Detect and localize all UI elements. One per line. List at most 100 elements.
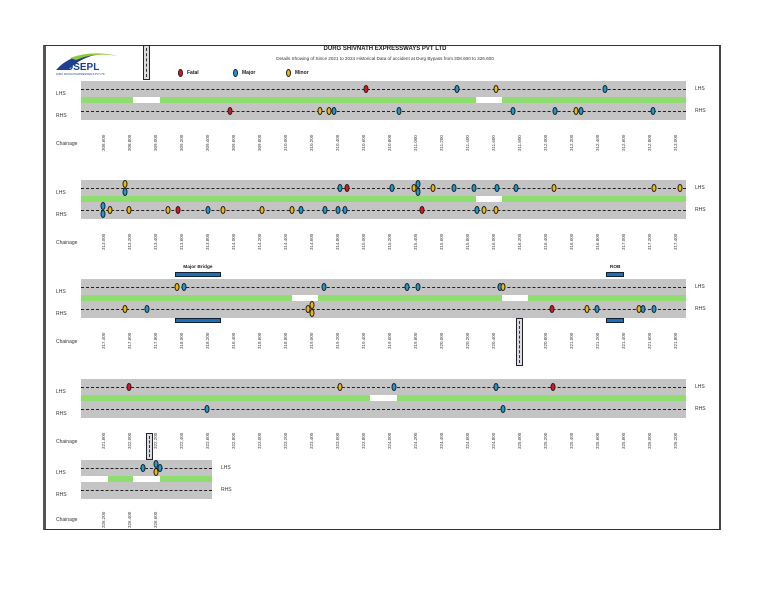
page-title: DURG SHIVNATH EXPRESSWAYS PVT LTD [323,46,447,52]
major-accident-marker [500,405,506,413]
chainage-tick-label: 310.800 [387,134,392,151]
chainage-tick-label: 309.000 [153,134,158,151]
chainage-tick-label: 319.000 [309,332,314,349]
chainage-tick-label: 312.200 [569,134,574,151]
minor-accident-marker [309,309,315,317]
chainage-tick-label: 325.200 [543,432,548,449]
lhs-lane-line [81,468,212,469]
lhs-label-right: LHS [221,465,231,471]
chainage-tick-label: 308.600 [101,134,106,151]
chainage-tick-label: 316.200 [517,233,522,250]
chainage-tick-label: 316.600 [569,233,574,250]
median-opening-symbol-icon [145,433,153,460]
major-accident-marker [391,383,397,391]
chainage-tick-label: 320.000 [439,332,444,349]
major-marker-icon [233,69,238,77]
chainage-tick-label: 313.200 [127,233,132,250]
minor-accident-marker [317,107,323,115]
minor-accident-marker [122,305,128,313]
chainage-tick-label: 323.800 [361,432,366,449]
major-accident-marker [144,305,150,313]
chainage-tick-label: 317.600 [127,332,132,349]
lhs-label-left: LHS [56,389,66,395]
minor-marker-icon [286,69,291,77]
major-accident-marker [396,107,402,115]
minor-accident-marker [174,283,180,291]
major-accident-marker [298,206,304,214]
chainage-tick-label: 312.000 [543,134,548,151]
major-accident-marker [650,107,656,115]
major-accident-marker [474,206,480,214]
major-accident-marker [640,305,645,313]
rhs-label-left: RHS [56,411,67,417]
chainage-label: Chainage [56,141,78,147]
major-accident-marker [651,305,657,313]
minor-accident-marker [122,180,128,188]
chainage-label: Chainage [56,240,78,246]
major-accident-marker [205,206,211,214]
chainage-tick-label: 310.600 [361,134,366,151]
chainage-tick-label: 321.800 [101,432,106,449]
fatal-accident-marker [549,305,554,313]
rhs-lane-line [81,490,212,491]
chainage-tick-label: 311.400 [465,135,470,151]
major-accident-marker [471,184,476,192]
chainage-label: Chainage [56,439,78,445]
chainage-tick-label: 309.200 [179,134,184,151]
minor-accident-marker [651,184,657,192]
minor-accident-marker [126,206,132,214]
chainage-tick-label: 317.000 [621,233,626,250]
chainage-tick-label: 314.200 [257,233,262,250]
chainage-tick-label: 325.000 [517,432,522,449]
major-accident-marker [415,283,421,291]
minor-accident-marker [107,206,112,214]
chainage-tick-label: 318.400 [231,332,236,349]
lhs-label-left: LHS [56,190,66,196]
chainage-label: Chainage [56,339,78,345]
lhs-label-right: LHS [695,384,705,390]
fatal-marker-icon [178,69,183,77]
chainage-tick-label: 321.400 [621,332,626,349]
minor-accident-marker [493,206,499,214]
major-accident-marker [602,85,608,93]
fatal-accident-marker [126,383,132,391]
chainage-tick-label: 317.200 [647,233,652,250]
fatal-accident-marker [419,206,424,214]
minor-accident-marker [500,283,506,291]
minor-accident-marker [289,206,294,214]
chainage-tick-label: 317.400 [101,332,106,349]
fatal-accident-marker [175,206,181,214]
chainage-tick-label: 326.400 [127,511,132,528]
structure-bar-rhs [606,318,625,323]
median-opening [369,395,397,401]
chainage-tick-label: 312.600 [621,134,626,151]
major-accident-marker [594,305,600,313]
chainage-tick-label: 316.800 [595,233,600,250]
median-opening [476,196,503,202]
chainage-tick-label: 322.400 [179,432,184,449]
chainage-tick-label: 322.600 [205,432,210,449]
chainage-tick-label: 322.800 [231,432,236,449]
major-accident-marker [140,464,146,472]
chainage-tick-label: 312.800 [647,134,652,151]
chainage-tick-label: 314.800 [335,233,340,250]
chainage-tick-label: 314.400 [283,233,288,250]
chainage-tick-label: 315.800 [465,233,470,250]
lhs-lane-line [81,287,686,288]
median-opening [476,97,503,103]
minor-accident-marker [337,383,343,391]
chainage-tick-label: 319.400 [361,332,366,349]
median-opening [291,295,318,301]
median-opening-symbol-icon [516,318,523,366]
chainage-tick-label: 309.600 [231,134,236,151]
chainage-tick-label: 317.400 [673,233,678,250]
minor-accident-marker [493,85,499,93]
chainage-tick-label: 321.000 [569,332,574,349]
chainage-tick-label: 321.600 [647,332,652,349]
major-accident-marker [181,283,187,291]
chainage-tick-label: 315.600 [439,233,444,250]
chainage-tick-label: 326.600 [153,511,158,528]
median-opening [132,97,161,103]
median-opening [132,476,161,482]
page-subtitle: Details Showing of Since 2021 to 2024 Hi… [276,56,494,61]
